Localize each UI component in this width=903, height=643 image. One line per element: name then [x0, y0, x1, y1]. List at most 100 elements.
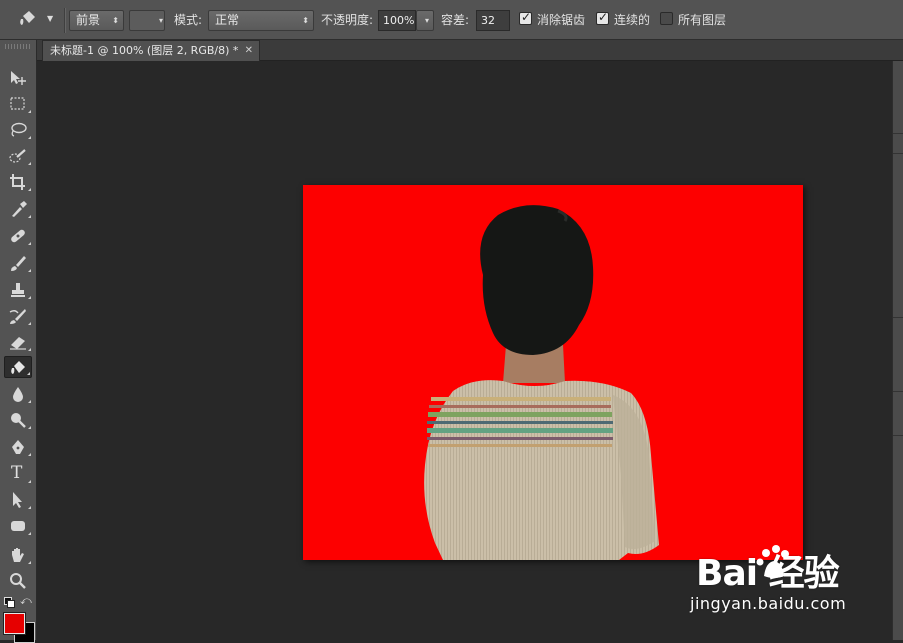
panel-dock-edge[interactable] [892, 61, 903, 640]
opacity-input[interactable]: 100% [378, 10, 416, 31]
healing-brush-tool[interactable] [4, 225, 32, 247]
zoom-icon [10, 573, 26, 589]
default-colors-button[interactable] [4, 597, 15, 608]
submenu-indicator [28, 188, 31, 191]
divider [64, 8, 66, 33]
eyedropper-icon [12, 201, 27, 217]
tolerance-label: 容差: [441, 13, 470, 27]
history-brush-tool[interactable] [4, 305, 32, 327]
submenu-indicator [28, 561, 31, 564]
foreground-color-swatch[interactable] [4, 613, 25, 634]
tools-panel: T ⤺ [0, 40, 37, 643]
eraser-tool[interactable] [4, 331, 32, 353]
mode-select[interactable]: 正常 ⬍ [208, 10, 314, 31]
options-bar: ▼ 前景 ⬍ ▾ 模式: 正常 ⬍ 不透明度: 100% ▾ 容差: 32 消除… [0, 0, 903, 40]
submenu-indicator [27, 372, 30, 375]
divider [893, 435, 903, 436]
default-colors-icon-back [7, 600, 15, 608]
submenu-indicator [28, 110, 31, 113]
submenu-indicator [28, 162, 31, 165]
anti-alias-checkbox[interactable] [519, 10, 532, 25]
lasso-icon [11, 122, 27, 137]
all-layers-checkbox[interactable] [660, 12, 673, 25]
document-tab[interactable]: 未标题-1 @ 100% (图层 2, RGB/8) * ✕ [42, 40, 260, 61]
lasso-tool[interactable] [4, 119, 32, 141]
submenu-indicator [28, 400, 31, 403]
submenu-indicator [28, 532, 31, 535]
opacity-value: 100% [383, 14, 415, 27]
droplet-icon [13, 387, 23, 402]
swap-colors-icon[interactable]: ⤺ [20, 594, 32, 608]
quick-selection-icon [9, 149, 26, 163]
clone-stamp-tool[interactable] [4, 279, 32, 301]
brush-tool[interactable] [4, 252, 32, 274]
all-layers-label: 所有图层 [678, 13, 727, 27]
blur-tool[interactable] [4, 383, 32, 405]
contiguous-label: 连续的 [614, 13, 651, 27]
document-tab-title: 未标题-1 @ 100% (图层 2, RGB/8) * [50, 44, 239, 57]
crop-icon [10, 174, 25, 190]
opacity-slider-toggle[interactable]: ▾ [416, 10, 434, 31]
hand-tool[interactable] [4, 544, 32, 566]
type-icon: T [11, 463, 23, 483]
tolerance-value: 32 [481, 14, 495, 27]
submenu-indicator [28, 348, 31, 351]
quick-selection-tool[interactable] [4, 145, 32, 167]
arrow-cursor-icon [13, 492, 22, 508]
submenu-indicator [28, 215, 31, 218]
pen-tool[interactable] [4, 436, 32, 458]
dodge-tool[interactable] [4, 409, 32, 431]
bandage-icon [11, 229, 25, 243]
crop-tool[interactable] [4, 171, 32, 193]
stamp-icon [11, 283, 25, 297]
chevron-down-icon: ▾ [158, 16, 163, 25]
fill-source-value: 前景 [76, 13, 101, 27]
anti-alias-label: 消除锯齿 [537, 13, 586, 27]
submenu-indicator [28, 426, 31, 429]
contiguous-checkbox[interactable] [596, 10, 609, 25]
divider [893, 317, 903, 318]
fill-source-select[interactable]: 前景 ⬍ [69, 10, 124, 31]
submenu-indicator [28, 480, 31, 483]
watermark-url: jingyan.baidu.com [690, 594, 847, 613]
tool-preset-picker[interactable]: ▼ [18, 9, 58, 31]
brush-icon [11, 256, 26, 271]
move-icon [11, 71, 26, 85]
baidu-jingyan-watermark: Bai 经验 jingyan.baidu.com [690, 540, 890, 620]
person-photo [424, 205, 659, 560]
chevron-down-icon: ▾ [424, 16, 429, 25]
submenu-indicator [28, 453, 31, 456]
paint-bucket-tool[interactable] [4, 356, 32, 378]
paint-bucket-icon [11, 361, 25, 374]
dodge-icon [11, 413, 26, 428]
mode-label: 模式: [174, 13, 203, 27]
document-canvas[interactable] [303, 185, 803, 560]
divider [893, 153, 903, 154]
tolerance-input[interactable]: 32 [476, 10, 510, 31]
updown-arrow-icon: ⬍ [112, 16, 119, 25]
close-icon[interactable]: ✕ [245, 41, 253, 60]
path-selection-tool[interactable] [4, 489, 32, 511]
rect-marquee-icon [10, 97, 25, 110]
submenu-indicator [28, 242, 31, 245]
submenu-indicator [28, 269, 31, 272]
pen-icon [12, 440, 24, 454]
divider [893, 391, 903, 392]
paw-icon [756, 545, 789, 578]
document-tab-bar: 未标题-1 @ 100% (图层 2, RGB/8) * ✕ [37, 40, 903, 61]
chevron-down-icon: ▼ [47, 14, 54, 23]
eraser-icon [10, 337, 26, 350]
type-tool[interactable]: T [4, 463, 32, 485]
opacity-label: 不透明度: [321, 13, 374, 27]
eyedropper-tool[interactable] [4, 198, 32, 220]
move-tool[interactable] [4, 67, 32, 89]
panel-grip[interactable] [5, 44, 31, 49]
zoom-tool[interactable] [4, 570, 32, 592]
shape-tool[interactable] [4, 515, 32, 537]
marquee-tool[interactable] [4, 93, 32, 115]
pattern-picker[interactable]: ▾ [129, 10, 165, 31]
submenu-indicator [28, 136, 31, 139]
updown-arrow-icon: ⬍ [302, 16, 309, 25]
mode-value: 正常 [215, 13, 240, 27]
paint-bucket-icon [20, 11, 35, 25]
